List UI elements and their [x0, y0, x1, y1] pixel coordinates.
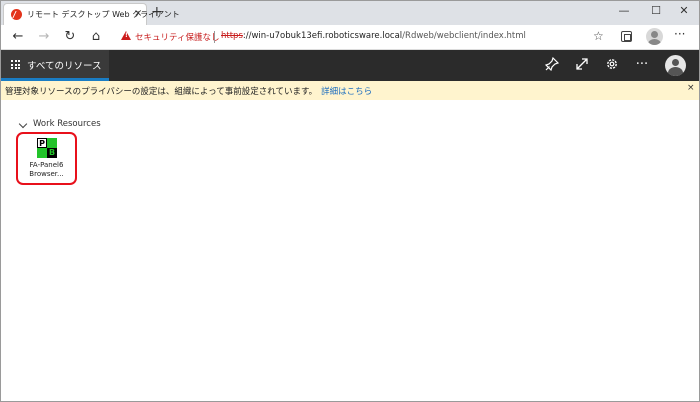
icon-quad — [37, 148, 47, 158]
tab-label: すべてのリソース — [27, 61, 102, 72]
resource-name: FA-Panel6 Browser... — [29, 161, 64, 178]
url-path: /Rdweb/webclient/index.html — [402, 31, 526, 41]
rd-header: すべてのリソース ··· — [1, 50, 699, 81]
url-scheme: https — [221, 31, 243, 41]
address-toolbar: ← → ↻ ⌂ セキュリティ保護なし https://win-u7obuk13e… — [1, 25, 699, 50]
warning-icon[interactable] — [121, 31, 131, 40]
pin-icon[interactable] — [544, 56, 560, 73]
tab-strip: リモート デスクトップ Web クライアント × + — ☐ ✕ — [1, 1, 699, 25]
tab-close-icon[interactable]: × — [134, 7, 142, 21]
browser-window: リモート デスクトップ Web クライアント × + — ☐ ✕ ← → ↻ ⌂… — [0, 0, 700, 402]
gear-icon[interactable] — [604, 57, 620, 73]
notice-close-icon[interactable]: × — [687, 83, 695, 93]
url-host: ://win-u7obuk13efi.roboticsware.local — [242, 31, 403, 41]
icon-quad — [47, 138, 57, 148]
grid-icon — [11, 60, 20, 69]
security-status[interactable]: セキュリティ保護なし — [135, 31, 220, 43]
resource-tile[interactable]: P B FA-Panel6 Browser... — [16, 132, 77, 185]
maximize-button[interactable]: ☐ — [641, 3, 671, 21]
new-tab-button[interactable]: + — [151, 4, 163, 20]
minimize-button[interactable]: — — [609, 3, 639, 21]
section-title[interactable]: Work Resources — [33, 119, 101, 129]
notice-message: 管理対象リソースのプライバシーの設定は、組織によって事前設定されています。 — [5, 87, 318, 97]
browser-menu-icon[interactable]: ··· — [674, 27, 685, 41]
browser-tab[interactable]: リモート デスクトップ Web クライアント × — [3, 3, 180, 25]
notice-text-wrap: 管理対象リソースのプライバシーの設定は、組織によって事前設定されています。 詳細は… — [5, 85, 372, 97]
privacy-notice: 管理対象リソースのプライバシーの設定は、組織によって事前設定されています。 詳細は… — [1, 81, 699, 100]
learn-more-link[interactable]: 詳細はこちら — [321, 87, 372, 97]
more-icon[interactable]: ··· — [634, 57, 650, 73]
back-button[interactable]: ← — [9, 29, 27, 45]
tab-all-resources[interactable]: すべてのリソース — [1, 50, 109, 81]
home-button[interactable]: ⌂ — [87, 29, 105, 45]
refresh-button[interactable]: ↻ — [61, 29, 79, 45]
user-icon[interactable] — [665, 55, 686, 76]
fa-panel-app-icon: P B — [37, 138, 57, 158]
collections-icon[interactable] — [621, 31, 632, 42]
favorite-star-icon[interactable]: ☆ — [593, 29, 604, 43]
icon-letter-b: B — [47, 148, 57, 158]
icon-letter-p: P — [37, 138, 47, 148]
close-window-button[interactable]: ✕ — [669, 3, 699, 21]
rd-favicon-icon — [11, 9, 22, 20]
chevron-down-icon[interactable] — [19, 121, 28, 130]
forward-button[interactable]: → — [35, 29, 53, 45]
address-separator — [214, 31, 215, 43]
profile-avatar-icon[interactable] — [646, 28, 663, 45]
address-bar[interactable]: https://win-u7obuk13efi.roboticsware.loc… — [221, 31, 526, 41]
expand-icon[interactable] — [574, 57, 590, 73]
